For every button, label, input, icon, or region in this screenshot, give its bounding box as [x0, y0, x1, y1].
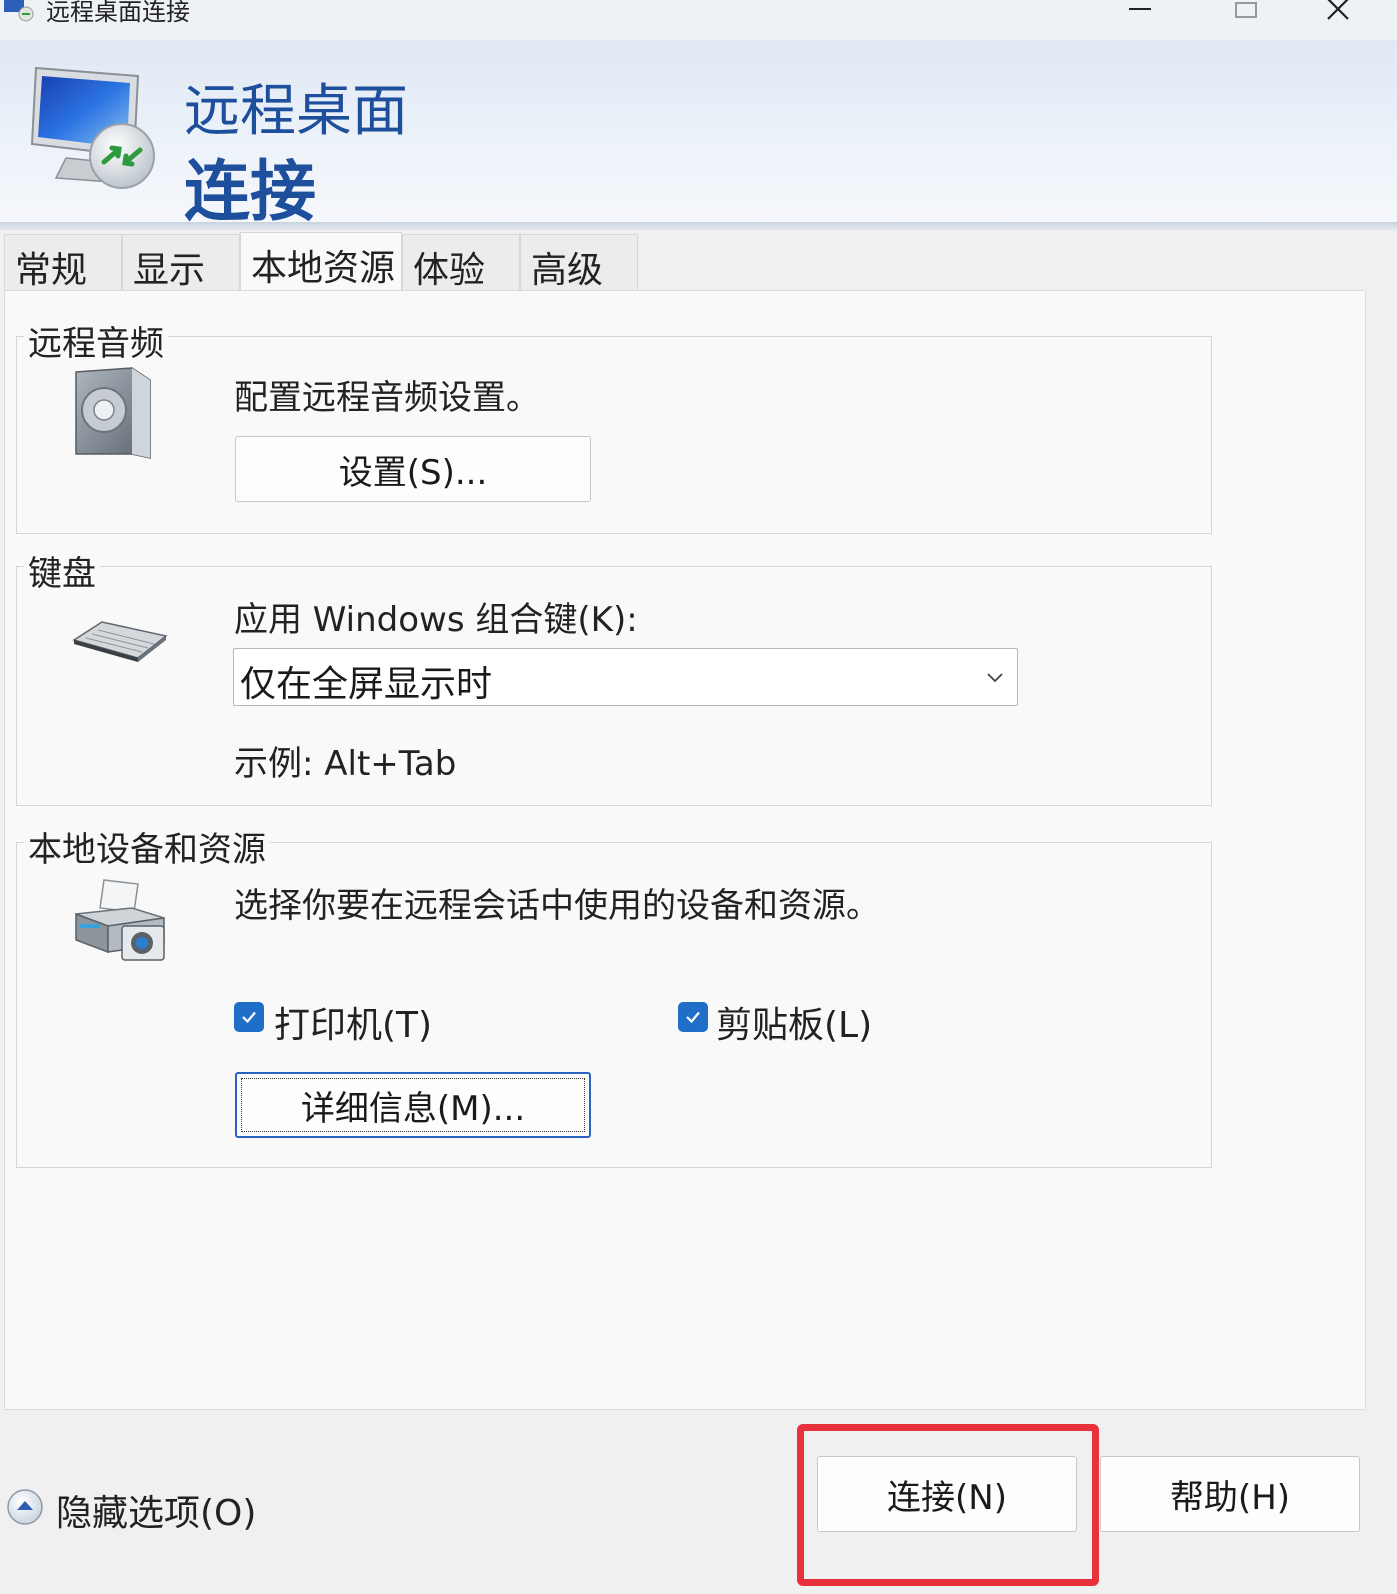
close-button[interactable] [1318, 0, 1358, 24]
title-bar: 远程桌面连接 [0, 0, 1397, 40]
local-devices-description: 选择你要在远程会话中使用的设备和资源。 [234, 886, 880, 926]
checkmark-icon [686, 1011, 700, 1024]
banner-title-line2: 连接 [184, 153, 316, 230]
tab-advanced[interactable]: 高级 [520, 234, 638, 291]
connect-button-highlight [797, 1424, 1099, 1586]
hide-options-label[interactable]: 隐藏选项(O) [56, 1484, 256, 1536]
minimize-icon [1129, 8, 1151, 10]
keyboard-example: 示例: Alt+Tab [234, 744, 457, 784]
keyboard-combo-label: 应用 Windows 组合键(K): [234, 600, 638, 640]
maximize-icon [1235, 2, 1257, 18]
clipboard-label[interactable]: 剪贴板(L) [716, 996, 872, 1048]
help-button[interactable]: 帮助(H) [1100, 1456, 1360, 1532]
printer-checkbox[interactable] [234, 1002, 264, 1032]
printer-camera-icon [75, 879, 165, 961]
keyboard-title: 键盘 [24, 546, 100, 595]
audio-settings-button[interactable]: 设置(S)... [235, 436, 591, 502]
close-icon [1327, 0, 1349, 20]
monitor-connect-icon [30, 66, 155, 189]
minimize-button[interactable] [1120, 0, 1160, 24]
window-title: 远程桌面连接 [46, 0, 190, 26]
tab-general[interactable]: 常规 [4, 234, 122, 291]
tab-display[interactable]: 显示 [122, 234, 240, 291]
select-value: 仅在全屏显示时 [240, 664, 493, 705]
local-devices-title: 本地设备和资源 [24, 822, 270, 871]
maximize-button[interactable] [1226, 0, 1266, 24]
remote-audio-title: 远程音频 [24, 316, 168, 365]
remote-desktop-icon [4, 0, 34, 22]
more-details-button[interactable]: 详细信息(M)... [235, 1072, 591, 1138]
printer-label[interactable]: 打印机(T) [274, 996, 432, 1048]
keyboard-icon [72, 621, 168, 662]
speaker-icon [75, 367, 151, 459]
remote-audio-description: 配置远程音频设置。 [234, 378, 540, 418]
clipboard-checkbox[interactable] [678, 1002, 708, 1032]
windows-key-combo-select[interactable]: 仅在全屏显示时 [233, 648, 1018, 706]
banner-title-line1: 远程桌面 [184, 79, 408, 144]
tab-local-resources[interactable]: 本地资源 [240, 232, 402, 292]
collapse-options-icon[interactable] [6, 1488, 44, 1526]
chevron-down-icon [987, 673, 1003, 683]
checkmark-icon [242, 1011, 256, 1024]
tab-experience[interactable]: 体验 [402, 234, 520, 291]
focus-ring [241, 1078, 585, 1132]
remote-audio-group [16, 336, 1212, 534]
